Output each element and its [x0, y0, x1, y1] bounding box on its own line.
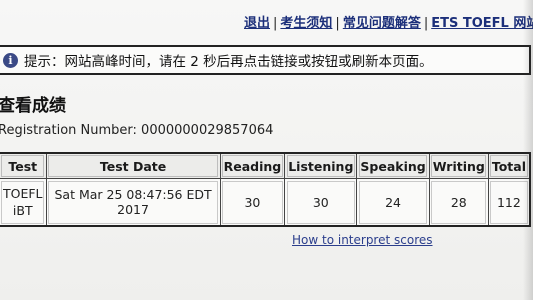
- interpret-scores-link[interactable]: How to interpret scores: [292, 233, 433, 247]
- cell-reading: 30: [219, 178, 286, 227]
- column-header-speaking: Speaking: [356, 152, 430, 179]
- notice-text: 提示：网站高峰时间，请在 2 秒后再点击链接或按钮或刷新本页面。: [24, 54, 433, 70]
- column-header-reading: Reading: [219, 152, 286, 179]
- column-header-total: Total: [487, 152, 531, 179]
- cell-speaking: 24: [356, 178, 430, 227]
- logout-link[interactable]: 退出: [244, 16, 270, 31]
- registration-number: 0000000029857064: [141, 123, 274, 138]
- registration-label: Registration Number:: [0, 123, 137, 138]
- cell-listening: 30: [284, 178, 358, 227]
- nav-separator: |: [273, 16, 278, 31]
- cell-test-date: Sat Mar 25 08:47:56 EDT 2017: [45, 178, 221, 227]
- column-header-listening: Listening: [284, 152, 358, 179]
- page-title: 查看成绩: [0, 96, 66, 116]
- table-header-row: Test Test Date Reading Listening Speakin…: [0, 152, 531, 179]
- column-header-test: Test: [0, 152, 47, 179]
- table-row: TOEFL iBT Sat Mar 25 08:47:56 EDT 2017 3…: [0, 178, 531, 227]
- score-report-page: 退出|考生须知|常见问题解答|ETS TOEFL 网站|遊 i 提示：网站高峰时…: [0, 0, 533, 300]
- peak-time-notice: i 提示：网站高峰时间，请在 2 秒后再点击链接或按钮或刷新本页面。: [0, 45, 531, 75]
- nav-separator: |: [423, 16, 429, 31]
- ets-toefl-website-link[interactable]: ETS TOEFL 网站: [431, 16, 533, 31]
- registration-number-line: Registration Number: 0000000029857064: [0, 123, 273, 138]
- faq-link[interactable]: 常见问题解答: [343, 16, 421, 31]
- column-header-writing: Writing: [428, 152, 489, 179]
- cell-total: 112: [487, 178, 531, 227]
- scores-table: Test Test Date Reading Listening Speakin…: [0, 152, 531, 227]
- nav-separator: |: [335, 16, 340, 31]
- candidate-notice-link[interactable]: 考生须知: [280, 16, 332, 31]
- info-icon: i: [3, 52, 18, 68]
- column-header-test-date: Test Date: [45, 152, 221, 179]
- cell-writing: 28: [428, 178, 489, 227]
- cell-test: TOEFL iBT: [0, 178, 47, 227]
- top-navigation: 退出|考生须知|常见问题解答|ETS TOEFL 网站|遊: [244, 12, 533, 31]
